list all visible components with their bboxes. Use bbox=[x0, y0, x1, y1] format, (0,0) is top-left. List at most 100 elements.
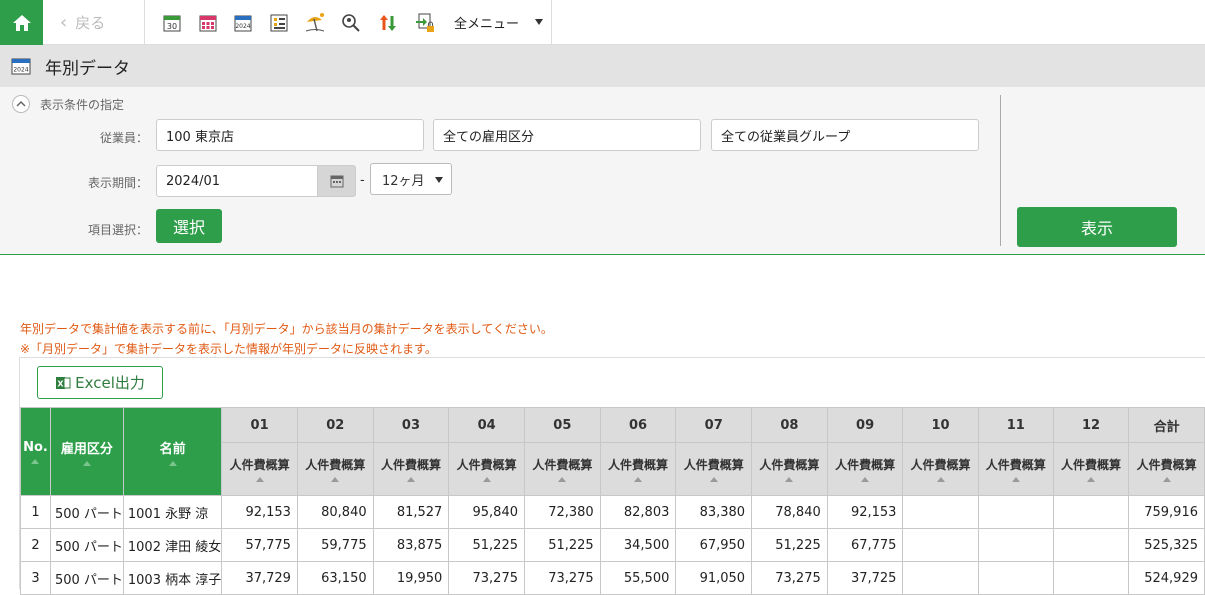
labor-cost-cell: 73,275 bbox=[751, 561, 828, 595]
labor-cost-cell: 80,840 bbox=[296, 495, 374, 529]
all-menu-dropdown[interactable]: 全メニュー bbox=[454, 0, 519, 45]
metric-header[interactable]: 人件費概算 bbox=[1128, 442, 1205, 496]
month-header: 09 bbox=[826, 407, 904, 443]
caret-down-icon bbox=[435, 177, 443, 183]
month-header: 08 bbox=[751, 407, 828, 443]
sort-icon bbox=[482, 477, 491, 482]
labor-cost-cell: 51,225 bbox=[751, 528, 828, 562]
labor-cost-cell: 51,225 bbox=[448, 528, 525, 562]
title-icon-text: 2024 bbox=[13, 67, 28, 74]
employee-group-field[interactable]: 全ての従業員グループ bbox=[711, 119, 979, 151]
labor-cost-cell bbox=[977, 561, 1054, 595]
labor-cost-cell: 73,275 bbox=[524, 561, 601, 595]
annual-data-table: No. 雇用区分 名前 01 02 03 04 05 06 07 08 09 10 11 12 合計 人件費概… bbox=[20, 407, 1205, 595]
date-picker-button[interactable] bbox=[317, 165, 356, 197]
toolbar-divider bbox=[551, 0, 552, 45]
column-header-no[interactable]: No. bbox=[20, 407, 51, 496]
column-header-name[interactable]: 名前 bbox=[122, 407, 223, 496]
calendar-grid-icon[interactable] bbox=[197, 12, 219, 34]
table-row: 3 500 パート 1003 柄本 淳子 37,729 63,150 19,950 73,2… bbox=[20, 561, 1205, 595]
calendar-30-icon[interactable]: 30 bbox=[161, 12, 183, 34]
period-length-select[interactable]: 12ヶ月 bbox=[370, 163, 452, 195]
labor-cost-cell bbox=[1052, 561, 1130, 595]
metric-header-label: 人件費概算 bbox=[835, 458, 896, 472]
month-header: 合計 bbox=[1128, 407, 1205, 443]
labor-cost-cell bbox=[977, 528, 1054, 562]
period-length-value: 12ヶ月 bbox=[382, 173, 425, 189]
metric-header[interactable]: 人件費概算 bbox=[599, 442, 677, 496]
metric-header[interactable]: 人件費概算 bbox=[751, 442, 828, 496]
month-header: 11 bbox=[977, 407, 1054, 443]
svg-text:X: X bbox=[58, 379, 65, 388]
metric-header[interactable]: 人件費概算 bbox=[826, 442, 904, 496]
collapse-toggle-button[interactable] bbox=[12, 95, 30, 113]
filter-section-label: 表示条件の指定 bbox=[40, 97, 125, 112]
search-user-icon[interactable] bbox=[340, 12, 362, 34]
metric-header-label: 人件費概算 bbox=[305, 458, 366, 472]
column-header-label: 雇用区分 bbox=[60, 441, 113, 457]
beach-umbrella-icon[interactable] bbox=[304, 12, 326, 34]
metric-header-label: 人件費概算 bbox=[608, 458, 669, 472]
metric-header-label: 人件費概算 bbox=[1061, 458, 1122, 472]
metric-header[interactable]: 人件費概算 bbox=[221, 442, 298, 496]
metric-header-label: 人件費概算 bbox=[229, 458, 290, 472]
labor-cost-cell: 34,500 bbox=[599, 528, 677, 562]
select-items-button[interactable]: 選択 bbox=[156, 209, 222, 243]
labor-cost-cell: 91,050 bbox=[675, 561, 753, 595]
back-button[interactable]: ‹ 戻る bbox=[60, 0, 105, 45]
sort-icon bbox=[785, 477, 794, 482]
filter-divider bbox=[1000, 95, 1001, 246]
sort-icon bbox=[634, 477, 643, 482]
excel-export-button[interactable]: X Excel出力 bbox=[37, 366, 163, 399]
period-start-input[interactable]: 2024/01 bbox=[156, 165, 318, 197]
labor-cost-cell: 37,729 bbox=[221, 561, 298, 595]
employee-name-cell: 1002 津田 綾女 bbox=[122, 528, 223, 562]
calendar-2024-icon[interactable]: 2024 bbox=[232, 12, 254, 34]
metric-header[interactable]: 人件費概算 bbox=[675, 442, 753, 496]
export-lock-icon[interactable] bbox=[414, 12, 436, 34]
metric-header[interactable]: 人件費概算 bbox=[977, 442, 1054, 496]
metric-header-label: 人件費概算 bbox=[759, 458, 820, 472]
labor-cost-cell bbox=[977, 495, 1054, 529]
column-header-employment-type[interactable]: 雇用区分 bbox=[49, 407, 124, 496]
labor-cost-cell: 59,775 bbox=[296, 528, 374, 562]
period-separator: - bbox=[360, 173, 365, 188]
excel-icon: X bbox=[56, 376, 71, 389]
employment-type-field[interactable]: 全ての雇用区分 bbox=[433, 119, 701, 151]
metric-header[interactable]: 人件費概算 bbox=[1052, 442, 1130, 496]
item-select-label: 項目選択： bbox=[87, 223, 148, 237]
metric-header[interactable]: 人件費概算 bbox=[448, 442, 525, 496]
show-button[interactable]: 表示 bbox=[1017, 207, 1177, 247]
home-button[interactable] bbox=[0, 0, 43, 45]
metric-header[interactable]: 人件費概算 bbox=[902, 442, 979, 496]
metric-header-label: 人件費概算 bbox=[910, 458, 971, 472]
month-header: 07 bbox=[675, 407, 753, 443]
sort-arrows-icon[interactable] bbox=[377, 12, 399, 34]
list-chart-icon[interactable] bbox=[268, 12, 290, 34]
sort-icon bbox=[558, 477, 567, 482]
metric-header[interactable]: 人件費概算 bbox=[524, 442, 601, 496]
filter-section-header[interactable]: 表示条件の指定 bbox=[12, 95, 124, 113]
top-toolbar: ‹ 戻る 30 2024 全メニュー bbox=[0, 0, 1205, 45]
labor-cost-cell: 78,840 bbox=[751, 495, 828, 529]
sort-icon bbox=[861, 477, 870, 482]
sort-icon bbox=[1162, 477, 1171, 482]
sort-icon bbox=[31, 458, 40, 464]
column-header-label: 名前 bbox=[159, 441, 186, 457]
page-title-bar: 2024 年別データ bbox=[0, 45, 1205, 87]
metric-header[interactable]: 人件費概算 bbox=[296, 442, 374, 496]
month-header: 02 bbox=[296, 407, 374, 443]
caret-down-icon bbox=[535, 19, 543, 25]
labor-cost-cell: 57,775 bbox=[221, 528, 298, 562]
employee-field[interactable]: 100 東京店 bbox=[156, 119, 424, 151]
labor-cost-cell: 81,527 bbox=[372, 495, 450, 529]
labor-cost-cell: 72,380 bbox=[524, 495, 601, 529]
employee-name-cell: 1001 永野 涼 bbox=[122, 495, 223, 529]
metric-header-label: 人件費概算 bbox=[985, 458, 1046, 472]
month-header: 04 bbox=[448, 407, 525, 443]
data-panel: X Excel出力 No. 雇用区分 名前 01 02 03 04 05 06 07 08 09 10 1… bbox=[19, 357, 1205, 595]
table-row: 2 500 パート 1002 津田 綾女 57,775 59,775 83,875 51,2… bbox=[20, 528, 1205, 562]
labor-cost-cell: 82,803 bbox=[599, 495, 677, 529]
toolbar-divider bbox=[144, 0, 145, 45]
metric-header[interactable]: 人件費概算 bbox=[372, 442, 450, 496]
